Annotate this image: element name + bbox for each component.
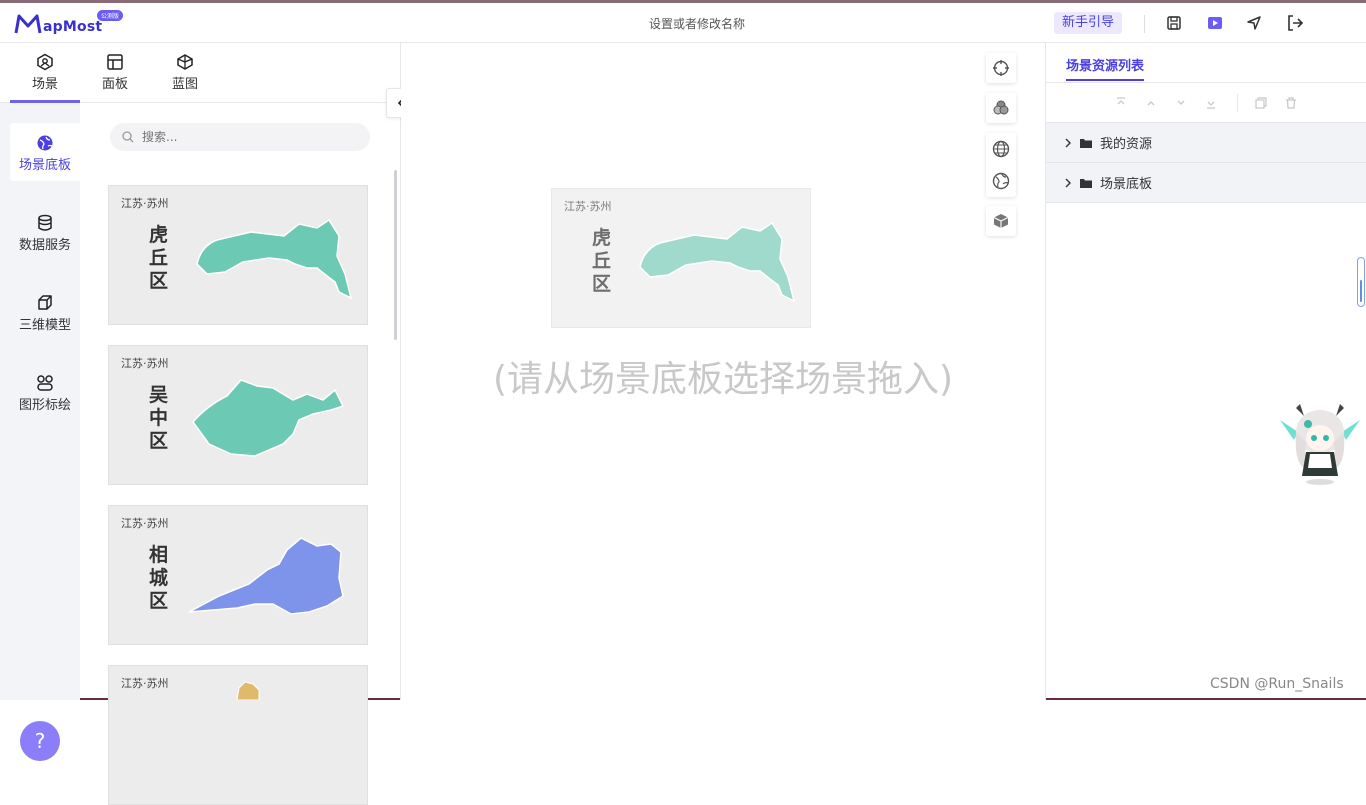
globe-tool-group	[986, 133, 1016, 197]
shapes-icon	[36, 372, 54, 394]
rail-item-3d-model[interactable]: 三维模型	[10, 283, 80, 341]
layers-icon	[993, 100, 1009, 115]
watermark: CSDN @Run_Snails	[1210, 676, 1344, 692]
box-icon	[993, 214, 1009, 228]
logo-badge: 公测版	[97, 10, 124, 21]
left-rail: 场景底板 数据服务 三维模型 图形标绘 ?	[0, 103, 80, 761]
cube-icon	[36, 292, 54, 314]
tab-scene-label: 场景	[31, 77, 58, 92]
tree-node-my-resources[interactable]: 我的资源	[1046, 123, 1366, 163]
mascot-character[interactable]	[1276, 402, 1364, 486]
search-box[interactable]	[110, 123, 370, 151]
help-button[interactable]: ?	[20, 721, 60, 761]
canvas-hint: (请从场景底板选择场景拖入)	[492, 359, 954, 400]
card-region: 江苏·苏州	[121, 517, 169, 530]
left-top-tabs: 场景 面板 蓝图	[0, 43, 400, 103]
tab-panel-label: 面板	[101, 77, 128, 92]
card-region: 江苏·苏州	[121, 677, 169, 690]
resource-toolbar	[1046, 83, 1366, 123]
rail-item-scene-base[interactable]: 场景底板	[10, 123, 80, 181]
header-divider	[1144, 15, 1145, 33]
tab-scene-resources[interactable]: 场景资源列表	[1066, 55, 1145, 81]
logo[interactable]: apMost 公测版	[14, 10, 124, 35]
model-tool[interactable]	[986, 206, 1016, 236]
card-region: 江苏·苏州	[121, 197, 169, 210]
district-map-huqiu	[196, 218, 353, 300]
play-icon[interactable]	[1206, 14, 1224, 32]
copy-icon[interactable]	[1253, 95, 1269, 111]
card-district: 吴中区	[149, 384, 169, 452]
move-up-icon[interactable]	[1143, 95, 1159, 111]
globe-icon	[36, 132, 54, 154]
top-bar: apMost 公测版 设置或者修改名称 新手引导	[0, 3, 1366, 43]
folder-icon	[1080, 178, 1092, 188]
tab-panel[interactable]: 面板	[80, 51, 150, 103]
layers-tool[interactable]	[986, 93, 1016, 123]
district-map-xiangcheng	[189, 537, 344, 615]
rail-item-label: 场景底板	[18, 157, 71, 173]
document-title[interactable]: 设置或者修改名称	[560, 15, 834, 32]
delete-icon[interactable]	[1283, 95, 1299, 111]
move-bottom-icon[interactable]	[1203, 95, 1219, 111]
rail-item-label: 图形标绘	[18, 397, 71, 413]
preview-district: 虎丘区	[592, 227, 612, 295]
chevron-right-icon	[1065, 138, 1071, 147]
preview-region: 江苏·苏州	[564, 200, 612, 213]
scene-card-xiangcheng[interactable]: 江苏·苏州 相城区	[108, 505, 368, 645]
card-district: 虎丘区	[149, 224, 169, 292]
move-top-icon[interactable]	[1113, 95, 1129, 111]
scene-card-wuzhong[interactable]: 江苏·苏州 吴中区	[108, 345, 368, 485]
search-icon	[122, 131, 134, 143]
tab-blueprint[interactable]: 蓝图	[150, 51, 220, 103]
logo-text: apMost	[43, 19, 103, 35]
save-icon[interactable]	[1165, 14, 1183, 32]
card-district: 相城区	[149, 544, 169, 612]
search-input[interactable]	[142, 130, 342, 144]
panel-icon	[106, 51, 124, 73]
rail-item-data-service[interactable]: 数据服务	[10, 203, 80, 261]
locate-tool[interactable]	[986, 53, 1016, 83]
tree-node-scene-base[interactable]: 场景底板	[1046, 163, 1366, 203]
logo-m-icon	[14, 14, 42, 34]
right-scrollbar[interactable]	[1357, 257, 1365, 307]
move-down-icon[interactable]	[1173, 95, 1189, 111]
district-map-wuzhong	[192, 379, 345, 457]
card-region: 江苏·苏州	[121, 357, 169, 370]
list-scrollbar[interactable]	[394, 170, 397, 340]
folder-icon	[1080, 138, 1092, 148]
logout-icon[interactable]	[1286, 14, 1304, 32]
district-map-4	[236, 681, 260, 700]
tree-node-label: 场景底板	[1100, 177, 1153, 192]
chevron-right-icon	[1065, 178, 1071, 187]
scene-card-huqiu[interactable]: 江苏·苏州 虎丘区	[108, 185, 368, 325]
globe-2d-tool[interactable]	[986, 165, 1016, 197]
tab-scene[interactable]: 场景	[10, 51, 80, 103]
guide-button[interactable]: 新手引导	[1054, 12, 1123, 34]
blueprint-icon	[175, 51, 195, 73]
scene-icon	[36, 51, 54, 73]
district-map-preview	[639, 221, 796, 303]
scene-card-4[interactable]: 江苏·苏州	[108, 665, 368, 805]
rail-item-label: 数据服务	[18, 237, 71, 253]
navigate-icon[interactable]	[1245, 14, 1263, 32]
crosshair-icon	[993, 60, 1009, 76]
tree-node-label: 我的资源	[1100, 137, 1153, 152]
rail-item-label: 三维模型	[18, 317, 71, 333]
toolbar-divider	[1237, 94, 1238, 112]
earth-icon	[992, 172, 1010, 190]
rail-item-graphic-plot[interactable]: 图形标绘	[10, 363, 80, 421]
globe-icon	[992, 140, 1010, 158]
drag-preview-card: 江苏·苏州 虎丘区	[551, 188, 811, 328]
database-icon	[36, 212, 54, 234]
tab-blueprint-label: 蓝图	[171, 77, 198, 92]
globe-3d-tool[interactable]	[986, 133, 1016, 165]
